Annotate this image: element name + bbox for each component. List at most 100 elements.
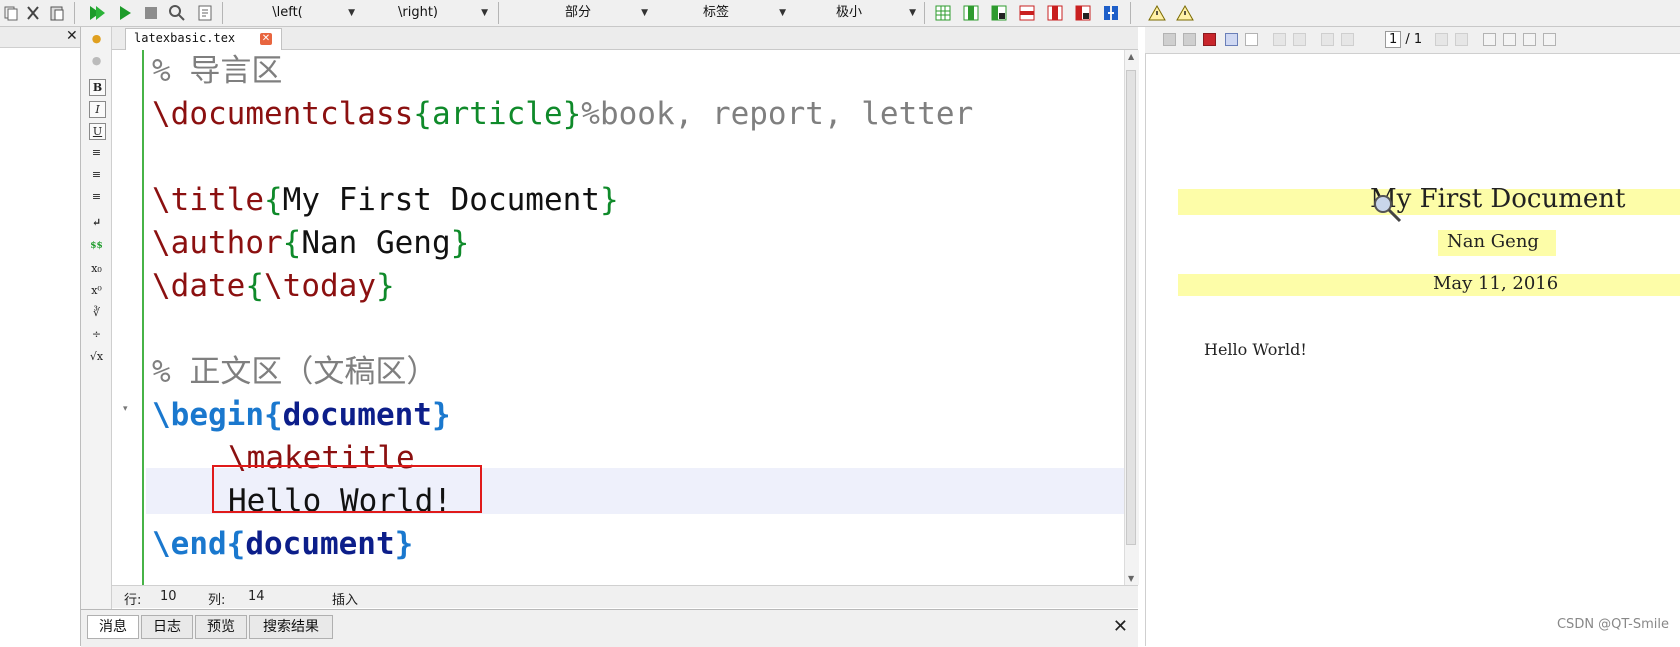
brace: } — [394, 526, 414, 562]
highlight-annotation-box — [212, 465, 482, 513]
chevron-down-icon: ▼ — [348, 8, 355, 18]
code-line-12: \end{document} — [152, 523, 413, 565]
align-center-button[interactable]: ≡ — [89, 167, 104, 182]
align-left-button[interactable]: ≡ — [89, 145, 104, 160]
toolbar-separator — [498, 2, 499, 24]
scroll-down-icon[interactable]: ▼ — [1128, 574, 1134, 583]
magnifier-cursor-icon — [1374, 195, 1402, 223]
latex-command: \date — [152, 268, 246, 304]
first-page-icon[interactable] — [1321, 33, 1334, 46]
brace: } — [599, 182, 619, 218]
label-select[interactable]: 标签 ▼ — [658, 3, 788, 23]
change-marker-bar — [142, 50, 144, 585]
last-page-icon[interactable] — [1455, 33, 1468, 46]
table-remove-col-icon[interactable] — [1046, 4, 1064, 22]
page-number-input[interactable]: 1 — [1385, 31, 1402, 48]
brace: { — [413, 96, 432, 132]
cube-root-button[interactable]: ∛ — [89, 305, 104, 320]
magnifier-icon[interactable] — [1225, 33, 1238, 46]
math-mode-button[interactable]: $$ — [89, 239, 104, 254]
fold-marker-icon[interactable]: ▾ — [123, 404, 128, 414]
code-line-2: \documentclass{article}%book, report, le… — [152, 93, 973, 135]
bookmark-next-icon[interactable]: ● — [89, 53, 104, 68]
facing-pages-icon[interactable] — [1523, 33, 1536, 46]
latex-argument: My First Document — [282, 182, 600, 218]
toolbar-separator — [74, 2, 75, 24]
close-icon[interactable]: ✕ — [66, 28, 78, 44]
scroll-up-icon[interactable]: ▲ — [1128, 52, 1134, 61]
preview-date: May 11, 2016 — [1433, 273, 1559, 294]
tab-log[interactable]: 日志 — [141, 615, 193, 639]
bookmark-icon[interactable]: ● — [89, 31, 104, 46]
latex-argument: article — [431, 96, 563, 132]
newline-button[interactable]: ↵ — [89, 215, 104, 230]
latex-comment: %book, report, letter — [581, 96, 974, 132]
section-level-value: 部分 — [564, 5, 591, 20]
preview-title: My First Document — [1370, 184, 1626, 214]
superscript-button[interactable]: x⁰ — [89, 283, 104, 298]
fit-width-icon[interactable] — [1163, 33, 1176, 46]
scrollbar-thumb[interactable] — [1126, 70, 1136, 545]
sqrt-button[interactable]: √x — [89, 349, 104, 364]
structure-panel — [0, 27, 81, 646]
table-add-col-icon[interactable] — [962, 4, 980, 22]
build-view-icon[interactable] — [88, 4, 106, 22]
compile-icon[interactable] — [116, 4, 134, 22]
toolbar-separator — [1130, 2, 1131, 24]
section-level-select[interactable]: 部分 ▼ — [520, 3, 650, 23]
fit-page-icon[interactable] — [1183, 33, 1196, 46]
warning-icon[interactable] — [1148, 4, 1166, 22]
hand-icon[interactable] — [1245, 33, 1258, 46]
bold-button[interactable]: B — [89, 79, 106, 96]
left-delimiter-select[interactable]: \left( ▼ — [232, 3, 357, 23]
view-pdf-icon[interactable] — [168, 4, 186, 22]
view-log-icon[interactable] — [196, 4, 214, 22]
date-highlight — [1178, 274, 1680, 296]
latex-argument: document — [282, 397, 432, 433]
warning-next-icon[interactable] — [1176, 4, 1194, 22]
column-label: 列: — [208, 593, 226, 608]
next-page-icon[interactable] — [1435, 33, 1448, 46]
row-value: 10 — [160, 589, 177, 604]
tab-search-results[interactable]: 搜索结果 — [249, 615, 333, 639]
label-select-value: 标签 — [702, 5, 729, 20]
underline-button[interactable]: U — [89, 123, 106, 140]
table-cut-col-icon[interactable] — [1074, 4, 1092, 22]
latex-command: \author — [152, 225, 283, 261]
table-col-icon[interactable] — [990, 4, 1008, 22]
right-delimiter-value: \right) — [398, 5, 438, 20]
preview-author: Nan Geng — [1447, 231, 1539, 252]
toolbar-separator — [924, 2, 925, 24]
brace: { — [282, 225, 302, 261]
fraction-button[interactable]: ÷ — [89, 327, 104, 342]
pdf-preview[interactable]: My First Document Nan Geng May 11, 2016 … — [1145, 54, 1680, 646]
subscript-button[interactable]: x₀ — [89, 261, 104, 276]
forward-icon[interactable] — [1293, 33, 1306, 46]
right-delimiter-select[interactable]: \right) ▼ — [360, 3, 490, 23]
code-line-6: \date{\today} — [152, 265, 395, 307]
tab-latexbasic[interactable]: latexbasic.tex ✕ — [125, 28, 282, 50]
table-add-row-icon[interactable] — [934, 4, 952, 22]
tab-preview[interactable]: 预览 — [195, 615, 247, 639]
tab-filename: latexbasic.tex — [134, 31, 236, 45]
left-delimiter-value: \left( — [272, 5, 303, 20]
bookmark-pdf-icon[interactable] — [1203, 33, 1216, 46]
size-select-value: 极小 — [835, 5, 862, 20]
close-tab-icon[interactable]: ✕ — [260, 33, 272, 45]
previous-page-icon[interactable] — [1341, 33, 1354, 46]
close-icon[interactable]: ✕ — [1113, 616, 1128, 637]
paste-icon[interactable] — [48, 4, 66, 22]
align-right-button[interactable]: ≡ — [89, 189, 104, 204]
cut-icon[interactable] — [24, 4, 42, 22]
italic-button[interactable]: I — [89, 101, 106, 118]
back-icon[interactable] — [1273, 33, 1286, 46]
table-align-icon[interactable] — [1102, 4, 1120, 22]
stop-icon[interactable] — [142, 4, 160, 22]
single-page-icon[interactable] — [1503, 33, 1516, 46]
size-select[interactable]: 极小 ▼ — [794, 3, 918, 23]
tab-messages[interactable]: 消息 — [87, 615, 139, 639]
copy-icon[interactable] — [2, 4, 20, 22]
table-remove-row-icon[interactable] — [1018, 4, 1036, 22]
continuous-icon[interactable] — [1483, 33, 1496, 46]
rotate-icon[interactable] — [1543, 33, 1556, 46]
